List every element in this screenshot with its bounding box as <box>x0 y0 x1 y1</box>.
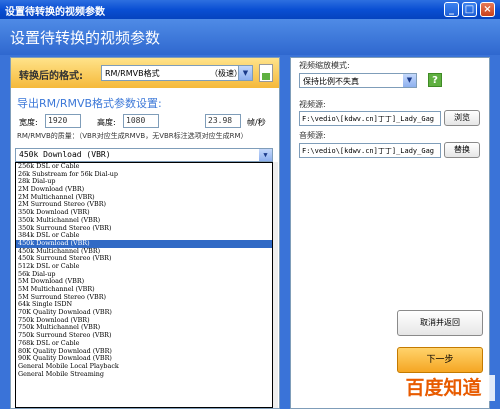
quality-note: RM/RMVB的质量：（VBR对应生成RMVB，无VBR标注选项对应生成RM） <box>17 132 248 140</box>
cancel-return-button[interactable]: 取消并返回 <box>397 310 483 336</box>
quality-option[interactable]: General Mobile Streaming <box>16 370 272 379</box>
format-value: RM/RMVB格式 <box>105 69 160 78</box>
watermark-logo: 百度知道 <box>392 375 495 401</box>
fps-unit: 帧/秒 <box>247 118 266 127</box>
dialog-title: 设置待转换的视频参数 <box>10 29 161 47</box>
list-scrollbar[interactable] <box>273 162 278 408</box>
quality-options-list[interactable]: 256k DSL or Cable 26k Substream for 56k D… <box>15 162 273 408</box>
quality-selected: 450k Download (VBR) <box>19 150 111 159</box>
format-select[interactable]: RM/RMVB格式 （极速） ▼ <box>101 65 253 81</box>
zoom-mode-label: 视频缩放模式: <box>299 61 350 70</box>
zoom-mode-select[interactable]: 保持比例不失真 ▼ <box>299 73 417 88</box>
format-label: 转换后的格式: <box>19 71 83 82</box>
browse-button[interactable]: 浏览 <box>444 110 480 126</box>
dialog-header: 设置待转换的视频参数 <box>0 19 500 55</box>
video-source-label: 视频源: <box>299 100 326 109</box>
close-button[interactable]: × <box>480 2 495 17</box>
next-step-button[interactable]: 下一步 <box>397 347 483 373</box>
export-settings-title: 导出RM/RMVB格式参数设置: <box>17 97 162 110</box>
chevron-down-icon[interactable]: ▼ <box>238 66 252 80</box>
audio-path-field[interactable]: F:\vedio\[kdwv.cn]丁丁]_Lady_Gag <box>299 143 441 158</box>
fps-input[interactable]: 23.98 <box>205 114 241 128</box>
audio-source-label: 音频源: <box>299 131 326 140</box>
height-input[interactable]: 1080 <box>123 114 159 128</box>
format-info-icon[interactable] <box>259 64 273 82</box>
resolution-row: 宽度: 1920 高度: 1080 23.98 帧/秒 <box>19 114 279 130</box>
width-input[interactable]: 1920 <box>45 114 81 128</box>
video-path-field[interactable]: F:\vedio\[kdwv.cn]丁丁]_Lady_Gag <box>299 111 441 126</box>
width-label: 宽度: <box>19 118 38 127</box>
maximize-button[interactable]: □ <box>462 2 477 17</box>
quality-dropdown[interactable]: 450k Download (VBR) ▼ <box>15 148 273 162</box>
source-panel: 视频缩放模式: 保持比例不失真 ▼ ? 视频源: F:\vedio\[kdwv.… <box>290 57 490 409</box>
help-icon[interactable]: ? <box>428 73 442 87</box>
chevron-down-icon[interactable]: ▼ <box>403 74 416 87</box>
minimize-button[interactable]: _ <box>444 2 459 17</box>
replace-button[interactable]: 替换 <box>444 142 480 158</box>
chevron-down-icon[interactable]: ▼ <box>259 149 272 161</box>
height-label: 高度: <box>97 118 116 127</box>
format-bar: 转换后的格式: RM/RMVB格式 （极速） ▼ <box>11 58 279 88</box>
zoom-mode-value: 保持比例不失真 <box>303 77 359 86</box>
window-titlebar: 设置待转换的视频参数 _ □ × <box>0 0 500 19</box>
window-title: 设置待转换的视频参数 <box>5 7 105 18</box>
